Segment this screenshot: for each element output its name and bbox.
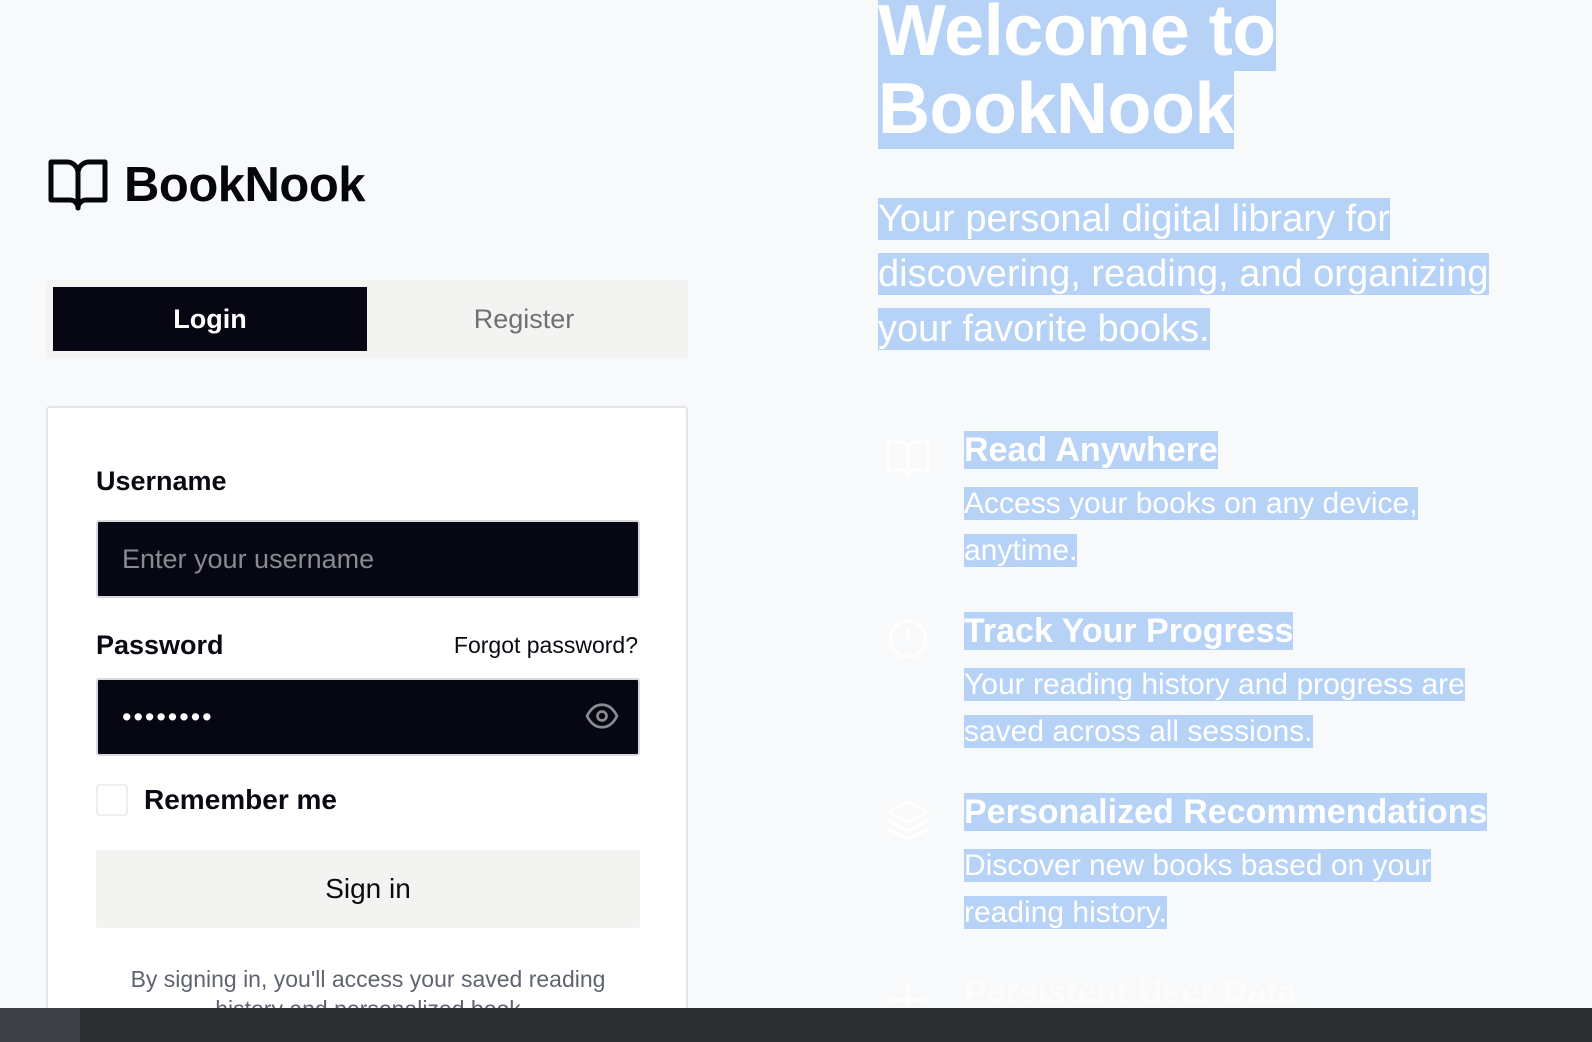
- remember-me[interactable]: Remember me: [96, 784, 337, 816]
- feature-title: Read Anywhere: [964, 431, 1218, 469]
- sign-in-button[interactable]: Sign in: [96, 850, 640, 928]
- password-label: Password: [96, 630, 224, 660]
- hero-title: Welcome to BookNook: [878, 0, 1538, 149]
- clock-icon: [884, 615, 932, 663]
- hero-title-line2: BookNook: [878, 69, 1235, 149]
- username-input[interactable]: [96, 520, 640, 598]
- forgot-password-link[interactable]: Forgot password?: [454, 632, 638, 659]
- bottom-scrollbar[interactable]: [0, 1008, 1592, 1042]
- open-book-icon: [48, 156, 108, 214]
- brand-name: BookNook: [124, 158, 366, 212]
- feature-title: Track Your Progress: [964, 612, 1294, 650]
- feature-description: Discover new books based on your reading…: [964, 849, 1431, 929]
- feature-description: Your reading history and progress are sa…: [964, 668, 1465, 748]
- remember-me-label: Remember me: [144, 784, 337, 815]
- feature-title: Personalized Recommendations: [964, 793, 1488, 831]
- hero-tagline-text: Your personal digital library for discov…: [878, 198, 1489, 350]
- hero-title-line1: Welcome to: [878, 0, 1276, 71]
- remember-me-checkbox[interactable]: [96, 784, 128, 816]
- auth-tabs: Login Register: [46, 280, 688, 358]
- layers-icon: [884, 796, 932, 844]
- tab-register[interactable]: Register: [367, 287, 681, 351]
- tab-login[interactable]: Login: [53, 287, 367, 351]
- book-open-icon: [884, 434, 932, 482]
- password-input[interactable]: [96, 678, 640, 756]
- auth-page: BookNook Login Register Username Passwor…: [0, 0, 1592, 1042]
- brand-logo: BookNook: [48, 156, 366, 214]
- username-label: Username: [96, 466, 227, 496]
- scrollbar-thumb[interactable]: [0, 1008, 80, 1042]
- hero-tagline: Your personal digital library for discov…: [878, 192, 1518, 357]
- eye-icon[interactable]: [584, 698, 620, 734]
- login-card: Username Password Forgot password? Remem…: [46, 406, 688, 1042]
- feature-description: Access your books on any device, anytime…: [964, 487, 1418, 567]
